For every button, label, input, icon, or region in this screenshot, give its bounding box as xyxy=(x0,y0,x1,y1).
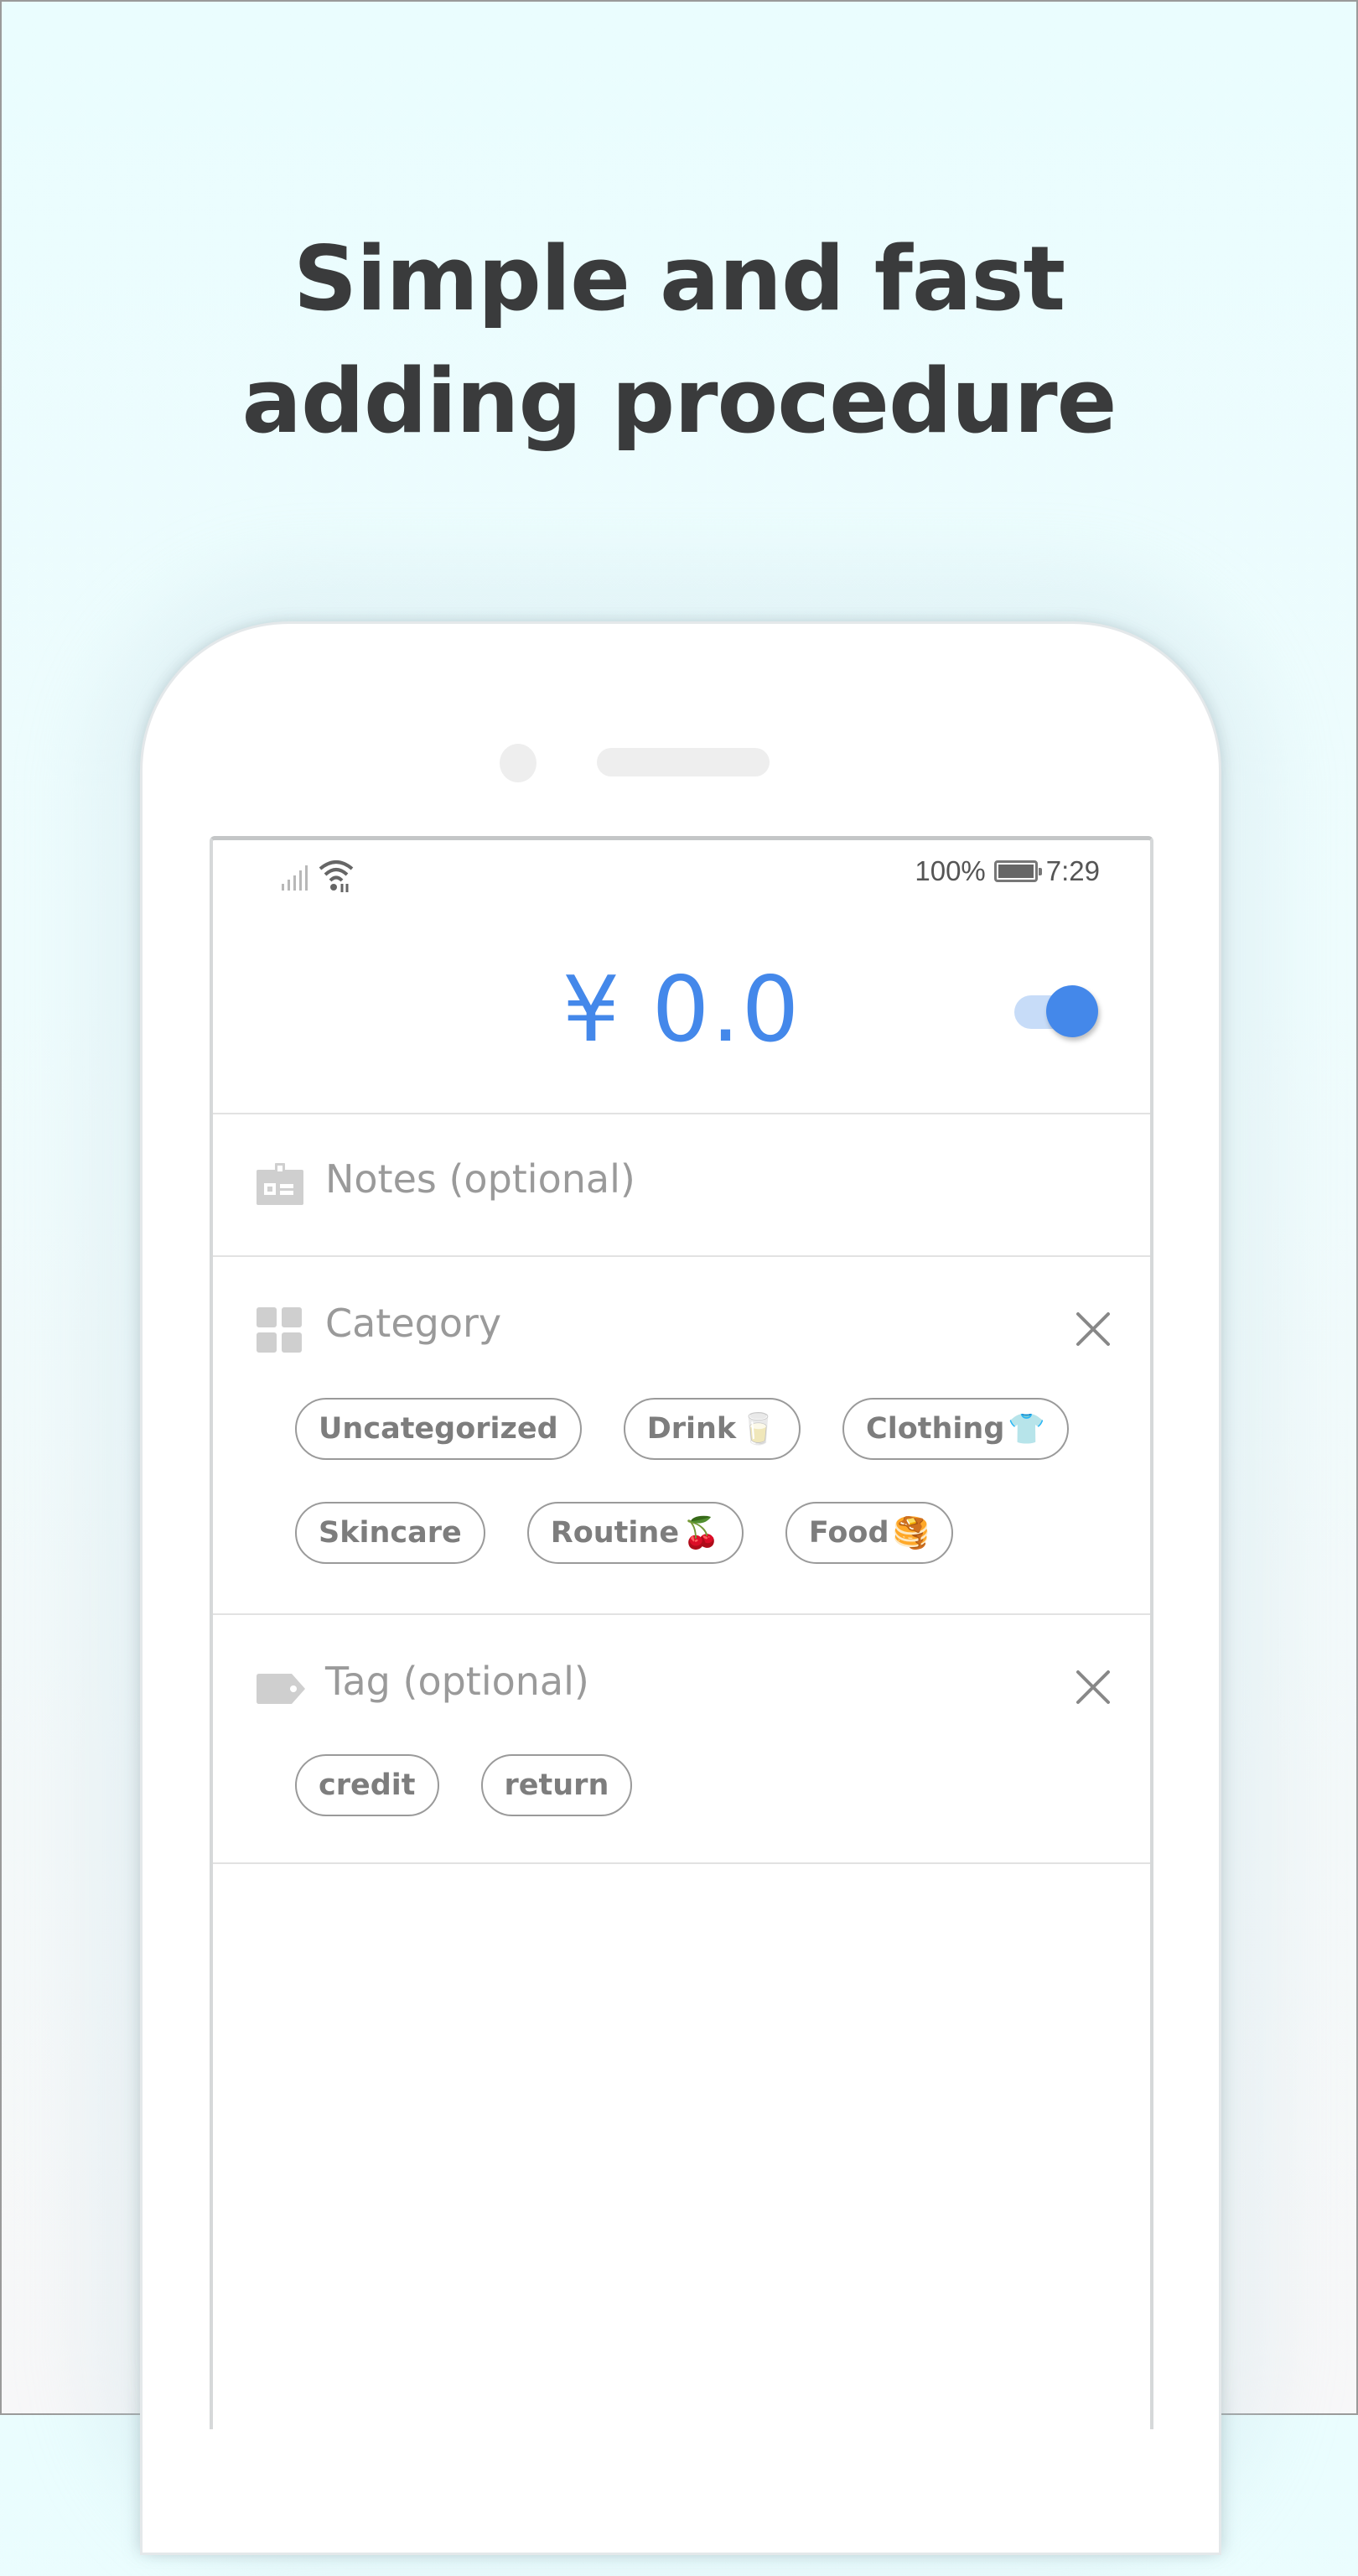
category-chip-emoji-icon: 🥞 xyxy=(892,1516,930,1550)
tag-chip-label: return xyxy=(504,1768,609,1802)
category-chip[interactable]: Drink 🥛 xyxy=(623,1398,801,1460)
category-chip[interactable]: Routine 🍒 xyxy=(526,1502,744,1564)
headline-line-2: adding procedure xyxy=(241,350,1117,453)
category-chip-emoji-icon: 🍒 xyxy=(682,1516,720,1550)
tag-icon xyxy=(257,1674,305,1707)
category-chip[interactable]: Clothing 👕 xyxy=(842,1398,1070,1460)
tag-section: Tag (optional) credit return xyxy=(213,1615,1150,1864)
category-close-icon[interactable] xyxy=(1075,1311,1112,1348)
battery-full-icon xyxy=(993,860,1042,882)
tag-chip-label: credit xyxy=(319,1768,416,1802)
tag-label: Tag (optional) xyxy=(325,1659,589,1704)
tag-chip-list: credit return xyxy=(295,1754,1117,1816)
battery-percent: 100% xyxy=(915,855,986,886)
category-chip-label: Clothing xyxy=(866,1412,1005,1446)
id-card-icon xyxy=(257,1163,303,1208)
category-chip[interactable]: Skincare xyxy=(295,1502,485,1564)
status-bar: 100% 7:29 xyxy=(213,840,1150,916)
tag-chip[interactable]: credit xyxy=(295,1754,439,1816)
tag-chip[interactable]: return xyxy=(480,1754,633,1816)
phone-camera xyxy=(500,744,536,782)
headline: Simple and fast adding procedure xyxy=(2,218,1356,463)
category-label: Category xyxy=(325,1301,502,1346)
amount-display[interactable]: ¥ 0.0 xyxy=(213,958,1150,1062)
category-chip-emoji-icon: 👕 xyxy=(1008,1412,1046,1446)
category-chip-label: Routine xyxy=(550,1516,680,1550)
toggle-thumb xyxy=(1046,985,1098,1037)
category-chip-label: Uncategorized xyxy=(319,1412,558,1446)
status-right: 100% 7:29 xyxy=(915,855,1100,887)
category-chip-label: Food xyxy=(808,1516,889,1550)
amount-row: ¥ 0.0 xyxy=(213,916,1150,1114)
category-chip-list: Uncategorized Drink 🥛 Clothing 👕 Skincare Rout… xyxy=(295,1398,1117,1564)
phone-screen: 100% 7:29 ¥ 0.0 Notes (optional) Categor… xyxy=(210,836,1153,2429)
amount-value: 0.0 xyxy=(651,958,801,1062)
wifi-icon xyxy=(319,859,354,896)
notes-input[interactable]: Notes (optional) xyxy=(325,1156,635,1202)
currency-symbol: ¥ xyxy=(562,958,622,1062)
grid-icon xyxy=(257,1307,302,1356)
category-chip[interactable]: Uncategorized xyxy=(295,1398,582,1460)
category-chip-emoji-icon: 🥛 xyxy=(739,1412,778,1446)
category-chip-label: Drink xyxy=(646,1412,737,1446)
headline-line-1: Simple and fast xyxy=(293,227,1065,330)
clock-time: 7:29 xyxy=(1045,855,1100,886)
category-chip[interactable]: Food 🥞 xyxy=(785,1502,954,1564)
tag-close-icon[interactable] xyxy=(1075,1669,1112,1706)
notes-row[interactable]: Notes (optional) xyxy=(213,1113,1150,1257)
category-section: Category Uncategorized Drink 🥛 Clothing 👕 Ski… xyxy=(213,1257,1150,1615)
signal-bars-icon xyxy=(282,865,312,894)
expense-income-toggle[interactable] xyxy=(1014,981,1101,1043)
phone-speaker xyxy=(597,748,770,776)
category-chip-label: Skincare xyxy=(319,1516,462,1550)
